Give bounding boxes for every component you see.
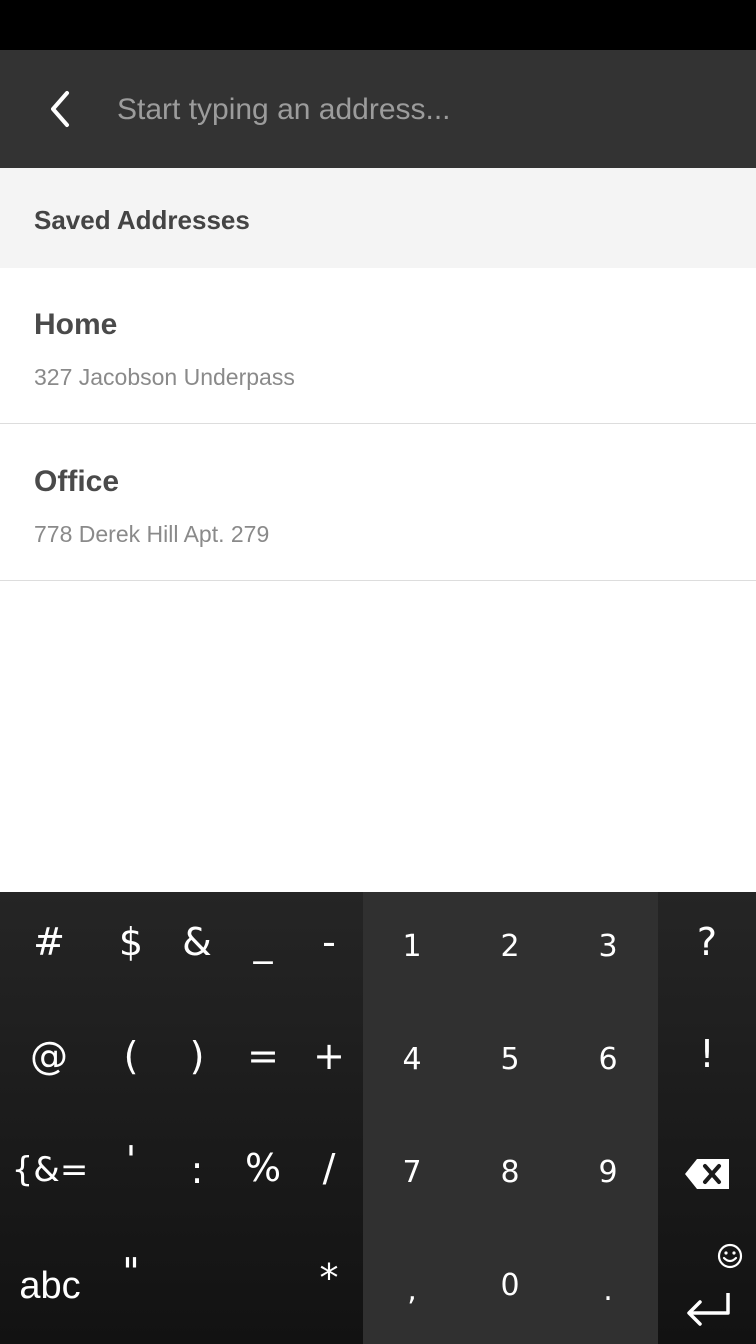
key-rparen[interactable]: ) — [162, 1024, 232, 1088]
key-at[interactable]: @ — [14, 1024, 84, 1088]
key-comma[interactable]: , — [363, 1258, 461, 1322]
key-equals[interactable]: = — [228, 1024, 298, 1088]
address-search-input[interactable] — [117, 88, 717, 132]
key-underscore[interactable]: _ — [228, 910, 298, 974]
emoji-icon — [717, 1243, 743, 1269]
key-slash[interactable]: / — [294, 1136, 364, 1200]
key-4[interactable]: 4 — [363, 1027, 461, 1091]
key-backspace[interactable] — [672, 1142, 742, 1206]
key-period[interactable]: . — [559, 1258, 657, 1322]
key-1[interactable]: 1 — [363, 914, 461, 978]
key-8[interactable]: 8 — [461, 1140, 559, 1204]
key-hash[interactable]: # — [14, 910, 84, 974]
saved-address-office[interactable]: Office 778 Derek Hill Apt. 279 — [0, 425, 756, 581]
enter-icon — [687, 1293, 730, 1326]
key-3[interactable]: 3 — [559, 914, 657, 978]
backspace-icon — [685, 1159, 729, 1189]
key-percent[interactable]: % — [228, 1136, 298, 1200]
key-exclamation[interactable]: ! — [670, 1022, 744, 1086]
address-line: 778 Derek Hill Apt. 279 — [34, 521, 270, 547]
key-0[interactable]: 0 — [461, 1253, 559, 1317]
key-enter[interactable] — [676, 1284, 740, 1334]
key-emoji[interactable] — [712, 1239, 748, 1273]
saved-address-home[interactable]: Home 327 Jacobson Underpass — [0, 268, 756, 424]
key-plus[interactable]: + — [294, 1024, 364, 1088]
key-dollar[interactable]: $ — [96, 910, 166, 974]
key-quote[interactable]: " — [96, 1240, 166, 1304]
address-line: 327 Jacobson Underpass — [34, 364, 295, 390]
key-7[interactable]: 7 — [363, 1140, 461, 1204]
key-colon[interactable]: : — [162, 1138, 232, 1202]
key-6[interactable]: 6 — [559, 1027, 657, 1091]
back-arrow-icon — [51, 91, 69, 127]
key-apostrophe[interactable]: ' — [96, 1128, 166, 1192]
key-minus[interactable]: - — [294, 910, 364, 974]
app-bar — [0, 50, 756, 168]
back-button[interactable] — [34, 80, 86, 138]
key-lparen[interactable]: ( — [96, 1024, 166, 1088]
keyboard: # $ & _ - 1 2 3 ? @ ( ) = + 4 5 6 ! {&= … — [0, 892, 756, 1344]
key-more-symbols[interactable]: {&= — [6, 1138, 94, 1202]
key-asterisk[interactable]: * — [294, 1246, 364, 1310]
key-ampersand[interactable]: & — [162, 910, 232, 974]
address-name: Office — [34, 465, 120, 498]
key-9[interactable]: 9 — [559, 1140, 657, 1204]
saved-addresses-header: Saved Addresses — [0, 168, 756, 268]
status-bar — [0, 0, 756, 50]
key-2[interactable]: 2 — [461, 914, 559, 978]
section-title: Saved Addresses — [34, 205, 250, 235]
key-question[interactable]: ? — [670, 910, 744, 974]
key-5[interactable]: 5 — [461, 1027, 559, 1091]
key-abc[interactable]: abc — [6, 1254, 94, 1318]
address-name: Home — [34, 308, 118, 341]
